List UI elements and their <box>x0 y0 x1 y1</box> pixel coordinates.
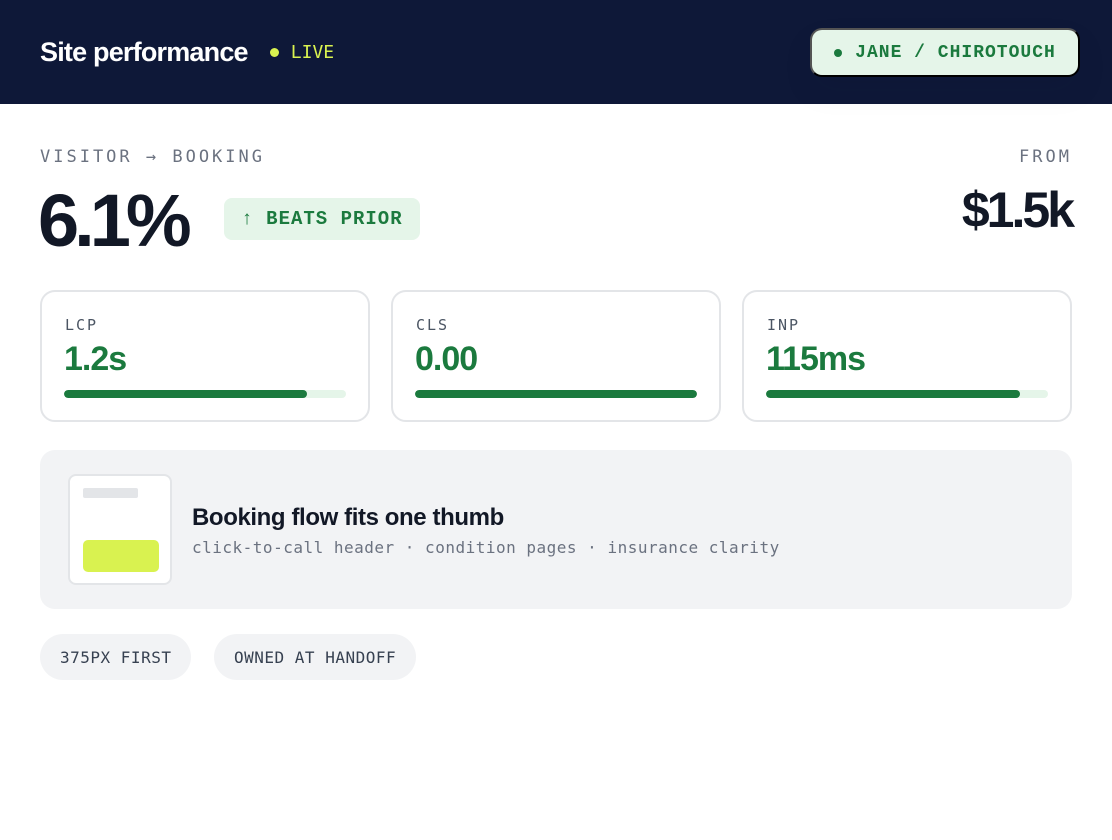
vital-progress-fill <box>64 390 307 398</box>
vital-progress-track <box>766 390 1048 398</box>
phone-preview-icon <box>68 474 172 585</box>
vital-progress-track <box>64 390 346 398</box>
feature-subtitle: click-to-call header · condition pages ·… <box>192 538 780 557</box>
vital-label: INP <box>767 316 801 334</box>
live-status: LIVE <box>269 41 335 63</box>
live-dot-icon <box>269 47 279 57</box>
phone-header-bar <box>83 488 138 498</box>
feature-title: Booking flow fits one thumb <box>192 504 504 531</box>
ownership-chip: OWNED AT HANDOFF <box>214 634 417 680</box>
starting-price: $1.5k <box>961 182 1075 238</box>
vital-progress-fill <box>766 390 1020 398</box>
vital-value: 115ms <box>766 340 866 378</box>
vital-progress-fill <box>415 390 697 398</box>
vital-card-lcp: LCP 1.2s <box>40 290 370 422</box>
vital-card-inp: INP 115ms <box>742 290 1072 422</box>
conversion-metric-label: VISITOR → BOOKING <box>40 147 265 167</box>
price-from-label: FROM <box>1019 147 1072 167</box>
vital-label: LCP <box>65 316 99 334</box>
vital-card-cls: CLS 0.00 <box>391 290 721 422</box>
beats-prior-badge: ↑ BEATS PRIOR <box>224 198 420 240</box>
mobile-first-chip: 375PX FIRST <box>40 634 192 680</box>
conversion-rate: 6.1% <box>38 179 192 262</box>
account-status-dot-icon <box>834 48 843 57</box>
top-header: Site performance LIVE JANE / CHIROTOUCH <box>0 0 1112 104</box>
mobile-booking-feature: Booking flow fits one thumb click-to-cal… <box>40 450 1072 609</box>
vital-progress-track <box>415 390 697 398</box>
vital-value: 1.2s <box>64 340 127 378</box>
account-name: JANE / CHIROTOUCH <box>855 42 1056 63</box>
page-title: Site performance <box>40 36 249 67</box>
account-switcher-button[interactable]: JANE / CHIROTOUCH <box>810 28 1080 77</box>
vital-value: 0.00 <box>415 340 478 378</box>
vital-label: CLS <box>416 316 450 334</box>
phone-cta-button <box>83 540 159 572</box>
live-status-label: LIVE <box>290 41 335 63</box>
